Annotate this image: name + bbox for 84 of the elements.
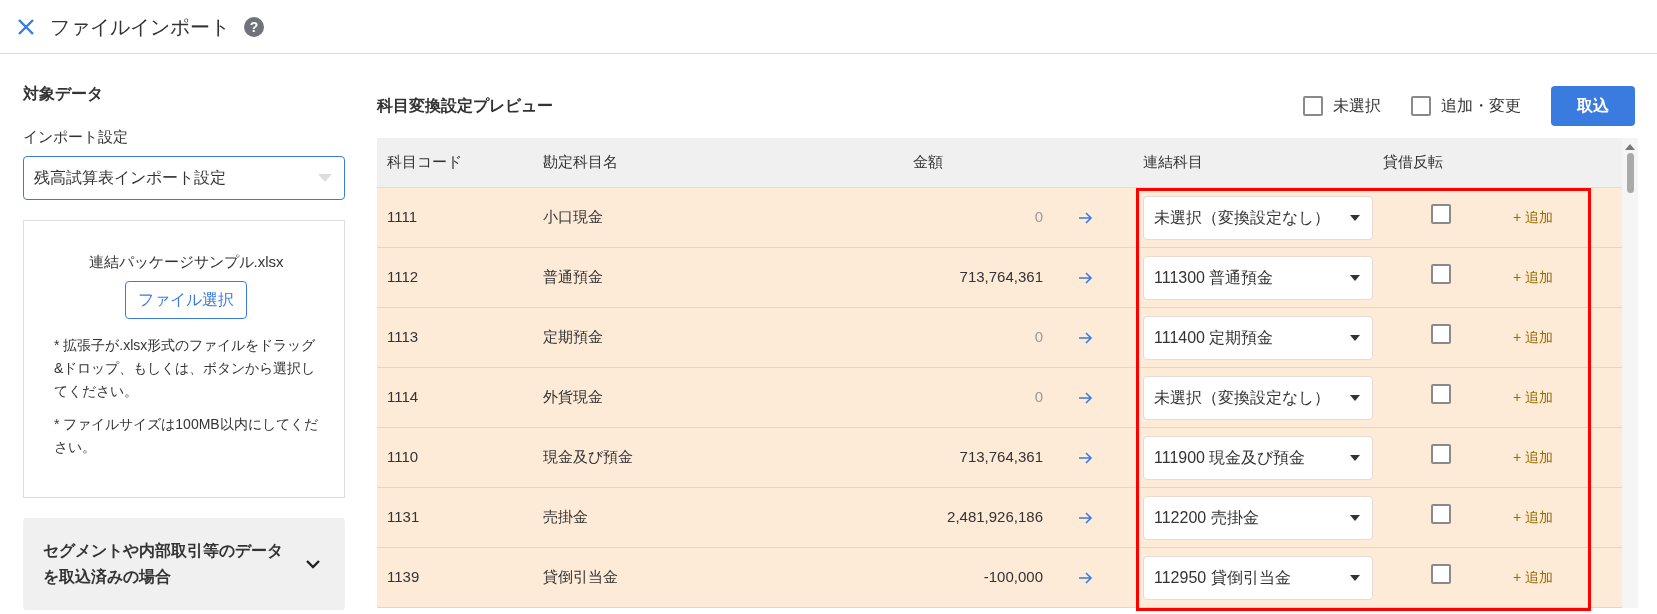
table-cell-text: 小口現金	[542, 207, 604, 228]
scrollbar-thumb[interactable]	[1626, 153, 1634, 193]
table-cell-text: 1110	[386, 447, 420, 468]
add-link[interactable]: + 追加	[1513, 269, 1554, 286]
caret-icon	[1350, 394, 1360, 401]
reverse-checkbox[interactable]	[1431, 504, 1451, 525]
table-cell-text: 1113	[386, 327, 420, 348]
chevron-icon[interactable]	[305, 559, 321, 569]
table-cell-text: 1111	[386, 207, 419, 228]
caret-icon	[1350, 574, 1360, 581]
table-cell-text: 定期預金	[542, 327, 604, 348]
table-cell-text: 現金及び預金	[542, 447, 634, 468]
caret-icon	[1350, 514, 1360, 521]
account-select[interactable]: 111900 現金及び預金	[1143, 435, 1373, 480]
reverse-checkbox[interactable]	[1431, 264, 1451, 285]
file-name: 連結パッケージサンプル.xlsx	[87, 252, 285, 272]
column-header: 貸借反転	[1382, 152, 1444, 173]
table-cell-text: 0	[1033, 387, 1044, 408]
arrow-right-icon	[1079, 452, 1093, 465]
caret-icon	[1350, 214, 1360, 221]
column-header: 科目コード	[386, 152, 463, 173]
table-cell-text: 貸倒引当金	[542, 567, 619, 588]
help-icon[interactable]: ?	[244, 16, 264, 37]
account-select[interactable]: 112950 貸倒引当金	[1143, 555, 1373, 600]
arrow-right-icon	[1079, 212, 1093, 225]
add-link[interactable]: + 追加	[1513, 449, 1554, 466]
table-cell-text: -100,000	[982, 567, 1044, 588]
filter-checkbox[interactable]	[1303, 96, 1323, 116]
filter-checkbox[interactable]	[1411, 96, 1431, 116]
arrow-right-icon	[1079, 572, 1093, 585]
scrollbar[interactable]	[1622, 138, 1638, 608]
caret-icon	[318, 174, 332, 182]
column-header: 勘定科目名	[542, 152, 619, 173]
add-link[interactable]: + 追加	[1513, 329, 1554, 346]
account-select[interactable]: 未選択（変換設定なし）	[1143, 375, 1373, 420]
import-setting-select[interactable]: 残高試算表インポート設定	[23, 156, 345, 200]
account-select[interactable]: 111300 普通預金	[1143, 255, 1373, 300]
table-cell-text: 0	[1033, 207, 1044, 228]
account-select[interactable]: 未選択（変換設定なし）	[1143, 195, 1373, 240]
checkbox-label: 未選択	[1333, 96, 1381, 116]
checkbox-label: 追加・変更	[1441, 96, 1521, 116]
window-title: ファイルインポート	[50, 14, 230, 40]
table-cell-text: 1139	[386, 567, 421, 588]
add-link[interactable]: + 追加	[1513, 569, 1554, 586]
column-header: 金額	[912, 152, 944, 173]
caret-icon	[1350, 334, 1360, 341]
section-title: 対象データ	[23, 84, 104, 104]
reverse-checkbox[interactable]	[1431, 324, 1451, 345]
table-cell-text: 0	[1033, 327, 1044, 348]
table-cell-text: 713,764,361	[958, 267, 1044, 288]
table-cell-text: 売掛金	[542, 507, 589, 528]
note-text: * ファイルサイズは100MB以内にしてください。	[54, 415, 318, 457]
close-icon[interactable]	[16, 16, 36, 37]
table-cell-text: 2,481,926,186	[946, 507, 1044, 528]
table-cell-text: 1131	[386, 507, 421, 528]
arrow-right-icon	[1079, 332, 1093, 345]
add-link[interactable]: + 追加	[1513, 209, 1554, 226]
reverse-checkbox[interactable]	[1431, 444, 1451, 465]
add-link[interactable]: + 追加	[1513, 509, 1554, 526]
arrow-right-icon	[1079, 392, 1093, 405]
arrow-right-icon	[1079, 272, 1093, 285]
accordion-header[interactable]: セグメントや内部取引等のデータを取込済みの場合	[23, 518, 345, 610]
reverse-checkbox[interactable]	[1431, 204, 1451, 225]
reverse-checkbox[interactable]	[1431, 384, 1451, 405]
account-select[interactable]: 111400 定期預金	[1143, 315, 1373, 360]
add-link[interactable]: + 追加	[1513, 389, 1554, 406]
section-title: 科目変換設定プレビュー	[377, 96, 554, 116]
table-cell-text: 外貨現金	[542, 387, 604, 408]
caret-icon	[1350, 274, 1360, 281]
table-cell-text: 713,764,361	[958, 447, 1044, 468]
column-header: 連結科目	[1142, 152, 1204, 173]
table-cell-text: 普通預金	[542, 267, 604, 288]
table-cell-text: 1112	[386, 267, 420, 288]
scroll-up-icon[interactable]	[1625, 144, 1635, 150]
caret-icon	[1350, 454, 1360, 461]
import-button[interactable]: 取込	[1551, 86, 1635, 126]
arrow-right-icon	[1079, 512, 1093, 525]
field-label: インポート設定	[23, 127, 129, 147]
reverse-checkbox[interactable]	[1431, 564, 1451, 585]
file-drop-area[interactable]: 連結パッケージサンプル.xlsx ファイル選択 * 拡張子が.xlsx形式のファイルをドラッグ&ドロップ、もしくは、ボタンから選択してください。 * ファイルサイズは100MB以内にしてください。	[23, 220, 345, 498]
file-select-button[interactable]: ファイル選択	[125, 281, 247, 319]
account-select[interactable]: 112200 売掛金	[1143, 495, 1373, 540]
table-cell-text: 1114	[386, 387, 420, 408]
note-text: * 拡張子が.xlsx形式のファイルをドラッグ&ドロップ、もしくは、ボタンから選択してください。	[54, 336, 317, 401]
